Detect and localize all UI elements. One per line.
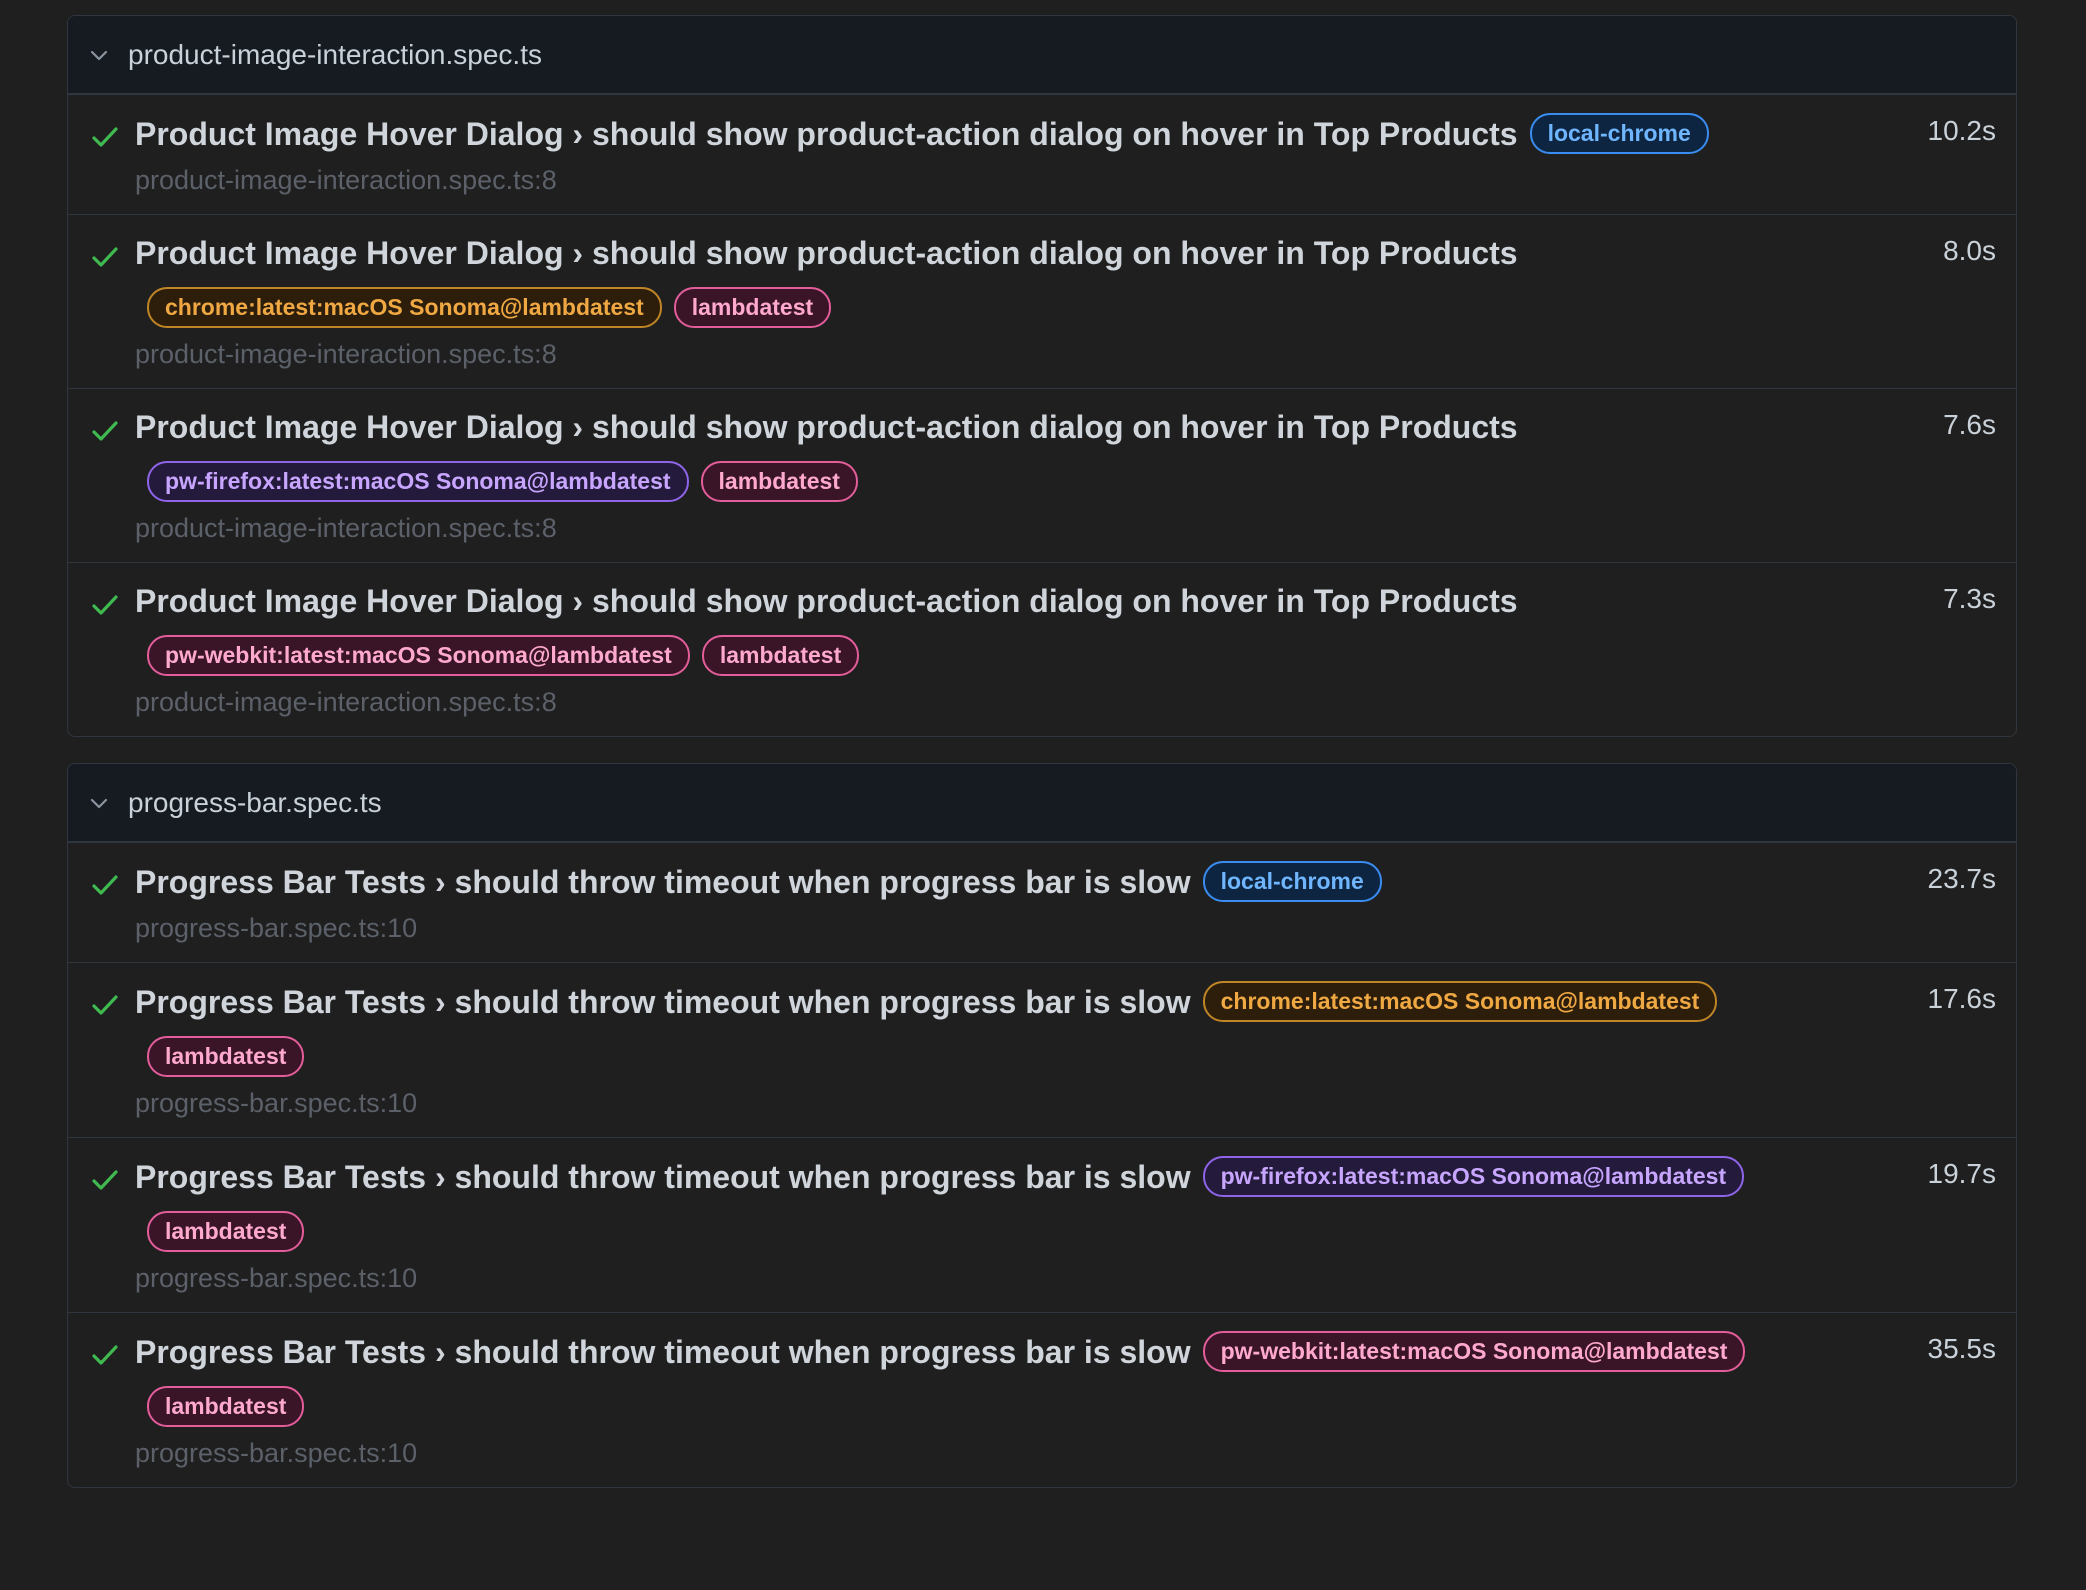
test-title[interactable]: Product Image Hover Dialog › should show… [135,233,1518,273]
test-location: product-image-interaction.spec.ts:8 [135,513,557,543]
spec-file-header[interactable]: product-image-interaction.spec.ts [68,16,2016,94]
tag-list: chrome:latest:macOS Sonoma@lambdatest lam… [135,287,1886,328]
test-duration: 17.6s [1927,983,1997,1014]
tag-list: lambdatest [135,1386,1886,1427]
test-location: progress-bar.spec.ts:10 [135,1263,418,1293]
check-icon [90,1343,120,1367]
test-duration: 7.3s [1943,583,1996,614]
test-title-line: Product Image Hover Dialog › should show… [135,113,1886,154]
test-location: product-image-interaction.spec.ts:8 [135,687,557,717]
test-location: progress-bar.spec.ts:10 [135,1088,418,1118]
test-title-line: Progress Bar Tests › should throw timeou… [135,1156,1886,1197]
test-row[interactable]: Product Image Hover Dialog › should show… [68,214,2016,388]
test-location: product-image-interaction.spec.ts:8 [135,339,557,369]
spec-file-name: product-image-interaction.spec.ts [128,38,542,70]
project-tag[interactable]: local-chrome [1202,861,1382,902]
test-row[interactable]: Progress Bar Tests › should throw timeou… [68,1312,2016,1487]
project-tag[interactable]: chrome:latest:macOS Sonoma@lambdatest [147,287,662,328]
project-tag[interactable]: chrome:latest:macOS Sonoma@lambdatest [1202,981,1718,1022]
test-row-body: Product Image Hover Dialog › should show… [68,563,2016,736]
test-row-body: Product Image Hover Dialog › should show… [68,215,2016,388]
test-results-list: product-image-interaction.spec.ts Product… [67,15,2017,1488]
test-title-line: Product Image Hover Dialog › should show… [135,581,1886,621]
project-tag[interactable]: pw-firefox:latest:macOS Sonoma@lambdates… [1202,1156,1745,1197]
project-tag[interactable]: lambdatest [147,1386,305,1427]
test-duration: 10.2s [1927,115,1997,146]
test-row[interactable]: Product Image Hover Dialog › should show… [68,94,2016,214]
tag-list: pw-webkit:latest:macOS Sonoma@lambdatest… [135,635,1886,676]
project-tag[interactable]: pw-firefox:latest:macOS Sonoma@lambdates… [147,461,689,502]
test-title-line: Progress Bar Tests › should throw timeou… [135,981,1886,1022]
tag-list: lambdatest [135,1036,1886,1077]
spec-file-name: progress-bar.spec.ts [128,786,382,818]
chevron-down-icon[interactable] [88,44,110,66]
project-tag[interactable]: pw-webkit:latest:macOS Sonoma@lambdatest [147,635,690,676]
test-title[interactable]: Progress Bar Tests › should throw timeou… [135,1157,1191,1197]
test-row-body: Product Image Hover Dialog › should show… [68,389,2016,562]
project-tag[interactable]: lambdatest [700,461,858,502]
test-row-body: Product Image Hover Dialog › should show… [68,95,2016,214]
test-title[interactable]: Product Image Hover Dialog › should show… [135,581,1518,621]
test-title[interactable]: Product Image Hover Dialog › should show… [135,114,1518,154]
test-row-body: Progress Bar Tests › should throw timeou… [68,1138,2016,1312]
test-row[interactable]: Product Image Hover Dialog › should show… [68,388,2016,562]
test-title-line: Progress Bar Tests › should throw timeou… [135,1331,1886,1372]
test-duration: 35.5s [1927,1333,1997,1364]
test-location: progress-bar.spec.ts:10 [135,913,418,943]
project-tag[interactable]: pw-webkit:latest:macOS Sonoma@lambdatest [1202,1331,1746,1372]
test-row[interactable]: Progress Bar Tests › should throw timeou… [68,1137,2016,1312]
test-duration: 19.7s [1927,1158,1997,1189]
test-duration: 7.6s [1943,409,1996,440]
test-title[interactable]: Progress Bar Tests › should throw timeou… [135,862,1191,902]
check-icon [90,873,120,897]
spec-file-group: product-image-interaction.spec.ts Product… [67,15,2017,737]
test-row[interactable]: Product Image Hover Dialog › should show… [68,562,2016,736]
check-icon [90,125,120,149]
test-title[interactable]: Product Image Hover Dialog › should show… [135,407,1518,447]
test-row[interactable]: Progress Bar Tests › should throw timeou… [68,842,2016,962]
tag-list: pw-firefox:latest:macOS Sonoma@lambdates… [135,461,1886,502]
project-tag[interactable]: lambdatest [673,287,832,328]
tag-list: lambdatest [135,1211,1886,1252]
project-tag[interactable]: lambdatest [147,1211,305,1252]
project-tag[interactable]: lambdatest [147,1036,305,1077]
spec-file-header[interactable]: progress-bar.spec.ts [68,764,2016,842]
check-icon [90,1168,120,1192]
test-row-body: Progress Bar Tests › should throw timeou… [68,843,2016,962]
test-title[interactable]: Progress Bar Tests › should throw timeou… [135,982,1191,1022]
spec-file-group: progress-bar.spec.ts Progress Bar Tests ›… [67,763,2017,1488]
check-icon [90,419,120,443]
test-duration: 8.0s [1943,235,1996,266]
chevron-down-icon[interactable] [88,792,110,814]
project-tag[interactable]: local-chrome [1529,113,1709,154]
test-location: progress-bar.spec.ts:10 [135,1438,418,1468]
test-title[interactable]: Progress Bar Tests › should throw timeou… [135,1332,1191,1372]
test-title-line: Product Image Hover Dialog › should show… [135,407,1886,447]
test-title-line: Product Image Hover Dialog › should show… [135,233,1886,273]
check-icon [90,593,120,617]
test-row-body: Progress Bar Tests › should throw timeou… [68,1313,2016,1487]
test-row-body: Progress Bar Tests › should throw timeou… [68,963,2016,1137]
check-icon [90,993,120,1017]
test-row[interactable]: Progress Bar Tests › should throw timeou… [68,962,2016,1137]
test-duration: 23.7s [1927,863,1997,894]
project-tag[interactable]: lambdatest [701,635,860,676]
test-title-line: Progress Bar Tests › should throw timeou… [135,861,1886,902]
check-icon [90,245,120,269]
test-location: product-image-interaction.spec.ts:8 [135,165,557,195]
